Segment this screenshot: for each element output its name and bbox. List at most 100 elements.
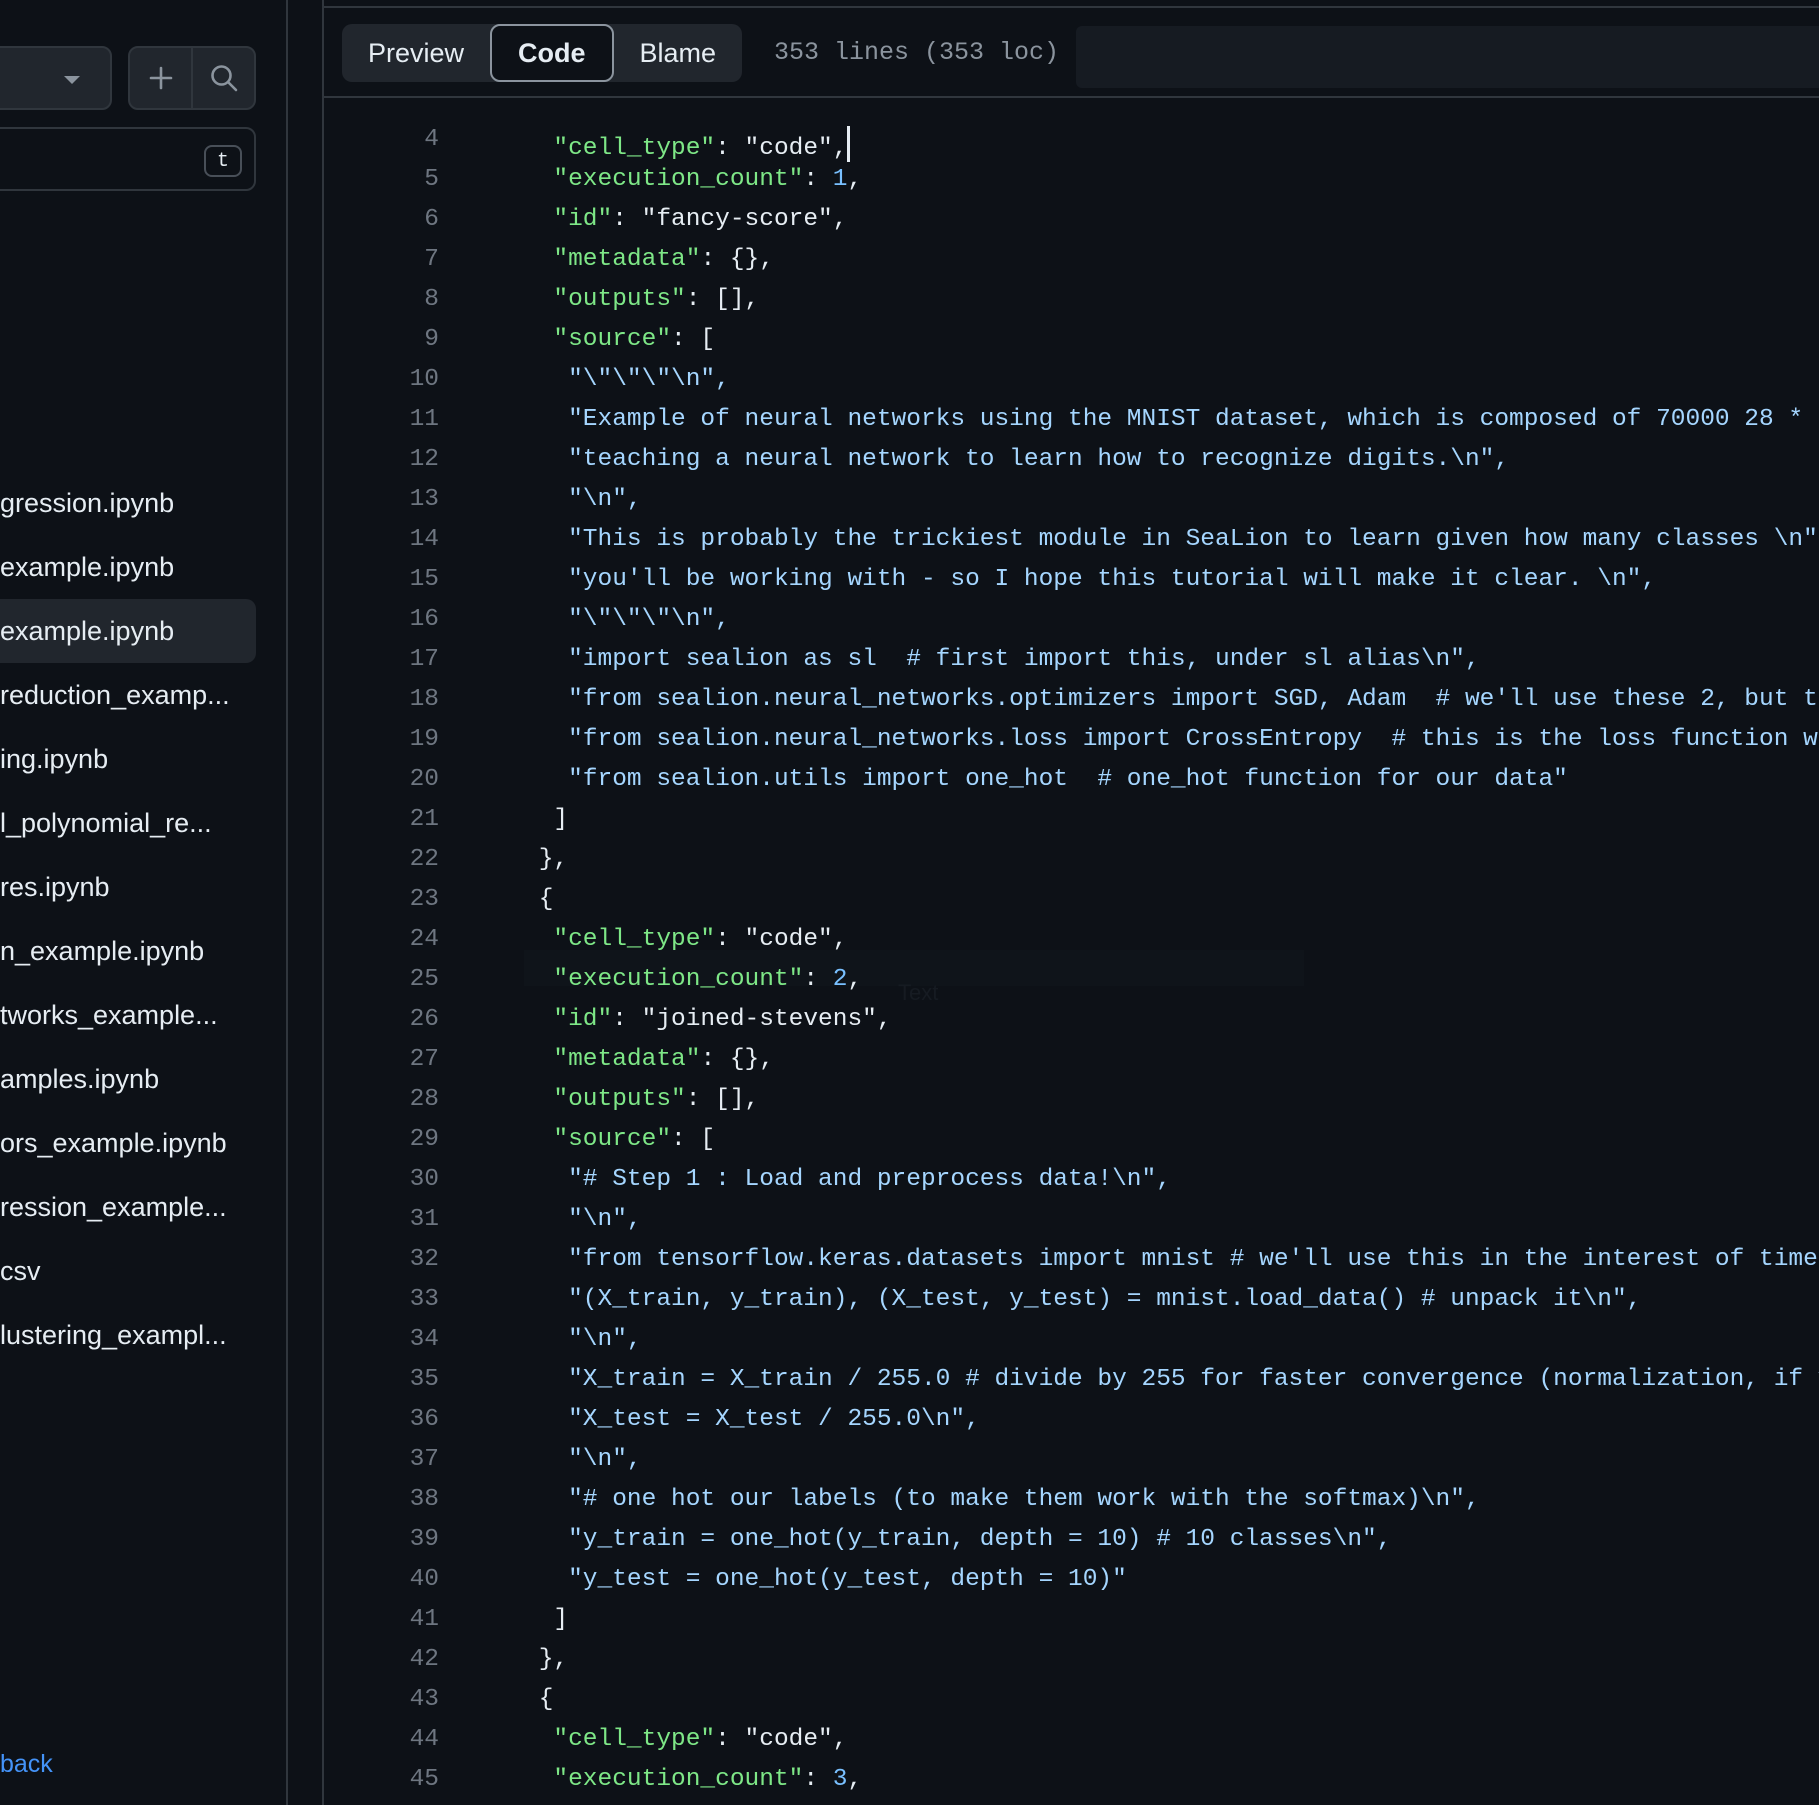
- line-number[interactable]: 37: [324, 1446, 439, 1473]
- file-tree-item[interactable]: gression.ipynb: [0, 471, 256, 535]
- file-tree-item[interactable]: csv: [0, 1239, 256, 1303]
- file-tree-item[interactable]: reduction_examp...: [0, 663, 256, 727]
- tab-code[interactable]: Code: [490, 24, 614, 82]
- file-tree-item[interactable]: ing.ipynb: [0, 727, 256, 791]
- text-cursor: [847, 126, 851, 162]
- view-mode-tabs: Preview Code Blame: [342, 24, 743, 82]
- line-number[interactable]: 27: [324, 1046, 439, 1073]
- line-number[interactable]: 14: [324, 526, 439, 553]
- add-file-button[interactable]: [130, 48, 191, 108]
- file-tree-item[interactable]: example.ipynb: [0, 535, 256, 599]
- line-source: "from sealion.utils import one_hot # one…: [524, 766, 1568, 793]
- code-line: 41 ]: [324, 1598, 1819, 1638]
- code-token: "y_train = one_hot(y_train, depth = 10) …: [524, 1526, 1392, 1553]
- file-toolbar: Preview Code Blame 353 lines (353 loc): [324, 8, 1819, 98]
- line-number[interactable]: 7: [324, 246, 439, 273]
- line-number[interactable]: 13: [324, 486, 439, 513]
- line-source: },: [524, 1646, 568, 1673]
- line-number[interactable]: 5: [324, 166, 439, 193]
- code-line: 28 "outputs": [],: [324, 1078, 1819, 1118]
- code-token: : {},: [700, 246, 774, 273]
- code-view[interactable]: Text 4 "cell_type": "code", 5 "execution_…: [324, 98, 1819, 1805]
- feedback-link[interactable]: back: [0, 1750, 53, 1779]
- code-token: "outputs": [524, 1086, 686, 1113]
- line-number[interactable]: 6: [324, 206, 439, 233]
- code-token: },: [524, 1646, 569, 1673]
- line-source: "\n",: [524, 1446, 642, 1473]
- line-number[interactable]: 12: [324, 446, 439, 473]
- code-token: "\"\"\"\n",: [524, 366, 730, 393]
- line-number[interactable]: 42: [324, 1646, 439, 1673]
- line-source: "id": "joined-stevens",: [524, 1006, 891, 1033]
- file-tree-item[interactable]: n_example.ipynb: [0, 919, 256, 983]
- line-number[interactable]: 20: [324, 766, 439, 793]
- file-tree-item[interactable]: example.ipynb: [0, 599, 256, 663]
- code-token: "id": [524, 206, 613, 233]
- line-number[interactable]: 11: [324, 406, 439, 433]
- file-tree-item[interactable]: l_polynomial_re...: [0, 791, 256, 855]
- code-line: 8 "outputs": [],: [324, 278, 1819, 318]
- file-tree-item[interactable]: ression_example...: [0, 1175, 256, 1239]
- search-button[interactable]: [191, 48, 254, 108]
- line-number[interactable]: 25: [324, 966, 439, 993]
- file-tree-item[interactable]: ors_example.ipynb: [0, 1111, 256, 1175]
- plus-icon: [149, 66, 172, 90]
- code-token: "source": [524, 326, 672, 353]
- code-token: "teaching a neural network to learn how …: [524, 446, 1510, 473]
- file-tree-item[interactable]: res.ipynb: [0, 855, 256, 919]
- line-number[interactable]: 24: [324, 926, 439, 953]
- line-number[interactable]: 9: [324, 326, 439, 353]
- line-number[interactable]: 40: [324, 1566, 439, 1593]
- line-number[interactable]: 16: [324, 606, 439, 633]
- line-number[interactable]: 39: [324, 1526, 439, 1553]
- line-number[interactable]: 23: [324, 886, 439, 913]
- line-number[interactable]: 30: [324, 1166, 439, 1193]
- code-token: : {},: [700, 1046, 774, 1073]
- file-tree-item[interactable]: amples.ipynb: [0, 1047, 256, 1111]
- code-token: 2: [832, 966, 848, 993]
- line-source: "execution_count": 1,: [524, 166, 862, 193]
- line-source: "id": "fancy-score",: [524, 206, 847, 233]
- file-tree-item[interactable]: tworks_example...: [0, 983, 256, 1047]
- tab-blame[interactable]: Blame: [614, 24, 743, 82]
- line-source: "import sealion as sl # first import thi…: [524, 646, 1480, 673]
- line-number[interactable]: 35: [324, 1366, 439, 1393]
- file-tree-item[interactable]: lustering_exampl...: [0, 1303, 256, 1367]
- line-number[interactable]: 43: [324, 1686, 439, 1713]
- line-source: "# one hot our labels (to make them work…: [524, 1486, 1480, 1513]
- line-number[interactable]: 31: [324, 1206, 439, 1233]
- line-number[interactable]: 34: [324, 1326, 439, 1353]
- code-token: "source": [524, 1126, 672, 1153]
- line-number[interactable]: 8: [324, 286, 439, 313]
- line-number[interactable]: 21: [324, 806, 439, 833]
- line-number[interactable]: 41: [324, 1606, 439, 1633]
- line-number[interactable]: 36: [324, 1406, 439, 1433]
- line-count-info: 353 lines (353 loc): [774, 38, 1060, 67]
- line-number[interactable]: 28: [324, 1086, 439, 1113]
- line-number[interactable]: 26: [324, 1006, 439, 1033]
- line-number[interactable]: 29: [324, 1126, 439, 1153]
- line-number[interactable]: 38: [324, 1486, 439, 1513]
- line-number[interactable]: 10: [324, 366, 439, 393]
- line-number[interactable]: 18: [324, 686, 439, 713]
- line-number[interactable]: 17: [324, 646, 439, 673]
- line-number[interactable]: 45: [324, 1766, 439, 1793]
- code-token: :: [715, 926, 745, 953]
- line-source: "\n",: [524, 1326, 642, 1353]
- code-line: 27 "metadata": {},: [324, 1038, 1819, 1078]
- code-token: 3: [832, 1766, 848, 1793]
- code-line: 45 "execution_count": 3,: [324, 1758, 1819, 1798]
- branch-select[interactable]: [0, 46, 112, 110]
- tab-preview[interactable]: Preview: [342, 24, 490, 82]
- line-number[interactable]: 4: [324, 126, 439, 153]
- line-number[interactable]: 15: [324, 566, 439, 593]
- line-number[interactable]: 44: [324, 1726, 439, 1753]
- line-source: "from sealion.neural_networks.optimizers…: [524, 686, 1819, 713]
- line-number[interactable]: 19: [324, 726, 439, 753]
- code-token: ]: [524, 806, 569, 833]
- line-number[interactable]: 32: [324, 1246, 439, 1273]
- code-token: "\"\"\"\n",: [524, 606, 730, 633]
- line-number[interactable]: 33: [324, 1286, 439, 1313]
- line-number[interactable]: 22: [324, 846, 439, 873]
- go-to-file-input[interactable]: t: [0, 127, 256, 191]
